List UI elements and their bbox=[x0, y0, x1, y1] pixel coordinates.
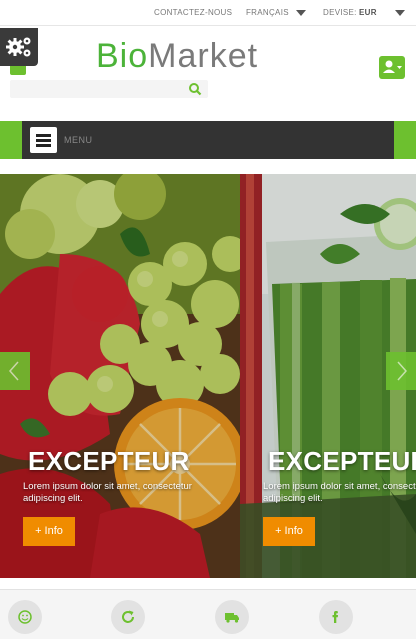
menu-label: MENU bbox=[64, 135, 93, 145]
image-slider: EXCEPTEUR Lorem ipsum dolor sit amet, co… bbox=[0, 174, 416, 578]
search-button[interactable] bbox=[188, 82, 202, 101]
search-icon bbox=[189, 83, 202, 96]
truck-icon bbox=[225, 613, 239, 623]
green-tab bbox=[10, 66, 26, 75]
slide-fruit: EXCEPTEUR Lorem ipsum dolor sit amet, co… bbox=[0, 174, 240, 578]
menu-toggle-button[interactable] bbox=[30, 127, 57, 153]
chevron-right-icon bbox=[397, 361, 408, 381]
user-icon bbox=[383, 60, 402, 73]
slider-prev-button[interactable] bbox=[0, 352, 30, 390]
smile-icon bbox=[18, 610, 32, 624]
facebook-button[interactable] bbox=[319, 600, 353, 634]
user-account-button[interactable] bbox=[379, 56, 405, 79]
smile-button[interactable] bbox=[8, 600, 42, 634]
logo-bio: Bio bbox=[96, 37, 149, 75]
slide-text: Lorem ipsum dolor sit amet, consectetur … bbox=[263, 481, 416, 504]
currency-dropdown-icon[interactable] bbox=[395, 10, 405, 16]
slide-title: EXCEPTEUR bbox=[268, 446, 416, 476]
contact-link[interactable]: CONTACTEZ-NOUS bbox=[154, 8, 232, 17]
menu-icon-line bbox=[36, 139, 51, 142]
facebook-icon bbox=[332, 611, 338, 623]
footer-bar bbox=[0, 589, 416, 639]
slide-info-button[interactable]: + Info bbox=[263, 517, 315, 546]
logo-market: Market bbox=[148, 37, 259, 75]
slide-info-button[interactable]: + Info bbox=[23, 517, 75, 546]
chevron-left-icon bbox=[8, 361, 19, 381]
search-box bbox=[10, 80, 208, 98]
refresh-icon bbox=[122, 610, 134, 623]
slider-next-button[interactable] bbox=[386, 352, 416, 390]
currency-label: DEVISE: bbox=[323, 8, 357, 17]
gear-icon bbox=[6, 37, 31, 57]
top-bar: CONTACTEZ-NOUS FRANÇAIS DEVISE: EUR bbox=[0, 0, 416, 26]
menu-icon-line bbox=[36, 144, 51, 147]
refresh-button[interactable] bbox=[111, 600, 145, 634]
language-dropdown-icon[interactable] bbox=[296, 10, 306, 16]
search-input[interactable] bbox=[14, 82, 184, 96]
menu-bar-inner: MENU bbox=[22, 121, 394, 159]
site-logo[interactable]: BioMarket bbox=[96, 37, 258, 76]
menu-bar: MENU bbox=[0, 121, 416, 159]
slide-title: EXCEPTEUR bbox=[28, 446, 190, 476]
delivery-button[interactable] bbox=[215, 600, 249, 634]
language-selector[interactable]: FRANÇAIS bbox=[246, 8, 289, 17]
menu-icon bbox=[36, 134, 51, 137]
slide-text: Lorem ipsum dolor sit amet, consectetur … bbox=[23, 481, 192, 504]
settings-toggle[interactable] bbox=[0, 28, 38, 66]
currency-selector[interactable]: EUR bbox=[359, 8, 377, 17]
